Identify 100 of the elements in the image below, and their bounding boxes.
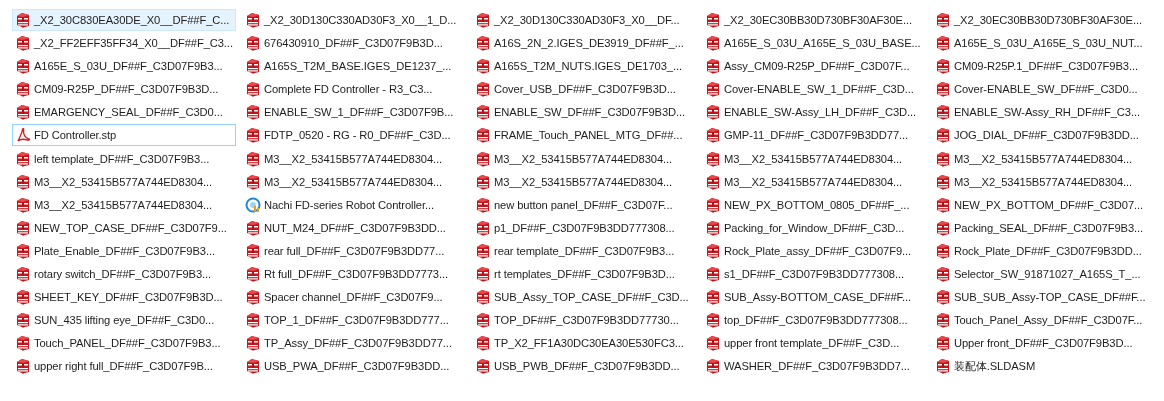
file-item[interactable]: Packing_SEAL_DF##F_C3D07F9B3... [932,216,1156,239]
file-item[interactable]: SUN_435 lifting eye_DF##F_C3D0... [12,309,236,332]
document-icon [245,127,261,144]
file-item[interactable]: Touch_Panel_Assy_DF##F_C3D07F... [932,309,1156,332]
document-icon [15,266,31,283]
file-item[interactable]: rear template_DF##F_C3D07F9B3... [472,239,696,262]
file-item[interactable]: FRAME_Touch_PANEL_MTG_DF##... [472,124,696,147]
file-item[interactable]: Upper front_DF##F_C3D07F9B3D... [932,332,1156,355]
file-item[interactable]: p1_DF##F_C3D07F9B3DD777308... [472,216,696,239]
file-item[interactable]: upper front template_DF##F_C3D... [702,332,926,355]
document-icon [705,12,721,28]
file-item[interactable]: Complete FD Controller - R3_C3... [242,78,466,101]
file-item[interactable]: GMP-11_DF##F_C3D07F9B3DD77... [702,124,926,147]
file-item[interactable]: WASHER_DF##F_C3D07F9B3DD7... [702,355,926,378]
file-item[interactable]: rotary switch_DF##F_C3D07F9B3... [12,263,236,286]
file-item[interactable]: A16S_2N_2.IGES_DE3919_DF##F_... [472,32,696,55]
file-item[interactable]: left template_DF##F_C3D07F9B3... [12,147,236,170]
file-name: A165E_S_03U_A165E_S_03U_BASE... [724,37,921,50]
file-item[interactable]: ENABLE_SW-Assy_LH_DF##F_C3D... [702,101,926,124]
file-item[interactable]: M3__X2_53415B577A744ED8304... [242,147,466,170]
file-item[interactable]: Selector_SW_91871027_A165S_T_... [932,263,1156,286]
file-item[interactable]: A165S_T2M_NUTS.IGES_DE1703_... [472,55,696,78]
file-item[interactable]: SHEET_KEY_DF##F_C3D07F9B3D... [12,286,236,309]
file-item[interactable]: s1_DF##F_C3D07F9B3DD777308... [702,263,926,286]
file-item[interactable]: Nachi FD-series Robot Controller... [242,193,466,216]
file-item[interactable]: M3__X2_53415B577A744ED8304... [472,147,696,170]
file-item[interactable]: JOG_DIAL_DF##F_C3D07F9B3DD... [932,124,1156,147]
file-item[interactable]: NEW_PX_BOTTOM_DF##F_C3D07... [932,193,1156,216]
file-item[interactable]: M3__X2_53415B577A744ED8304... [702,170,926,193]
file-item[interactable]: M3__X2_53415B577A744ED8304... [242,170,466,193]
file-item[interactable]: Cover-ENABLE_SW_1_DF##F_C3D... [702,78,926,101]
file-item[interactable]: TOP_DF##F_C3D07F9B3DD77730... [472,309,696,332]
file-item[interactable]: A165E_S_03U_A165E_S_03U_NUT... [932,32,1156,55]
file-item[interactable]: Cover-ENABLE_SW_DF##F_C3D0... [932,78,1156,101]
file-item[interactable]: M3__X2_53415B577A744ED8304... [12,170,236,193]
file-item[interactable]: SUB_Assy-BOTTOM_CASE_DF##F... [702,286,926,309]
file-item[interactable]: _X2_FF2EFF35FF34_X0__DF##F_C3... [12,32,236,55]
file-name: NEW_PX_BOTTOM_DF##F_C3D07... [954,198,1144,211]
file-item[interactable]: A165S_T2M_BASE.IGES_DE1237_... [242,55,466,78]
file-item[interactable]: Packing_for_Window_DF##F_C3D... [702,216,926,239]
file-item[interactable]: top_DF##F_C3D07F9B3DD777308... [702,309,926,332]
file-name: Assy_CM09-R25P_DF##F_C3D07F... [724,60,910,73]
file-item[interactable]: SUB_Assy_TOP_CASE_DF##F_C3D... [472,286,696,309]
document-icon [935,219,951,236]
file-item[interactable]: M3__X2_53415B577A744ED8304... [12,193,236,216]
document-icon [15,173,31,190]
file-item[interactable]: ENABLE_SW_DF##F_C3D07F9B3D... [472,101,696,124]
file-item[interactable]: new button panel_DF##F_C3D07F... [472,193,696,216]
file-item[interactable]: Touch_PANEL_DF##F_C3D07F9B3... [12,332,236,355]
file-item[interactable]: TP_Assy_DF##F_C3D07F9B3DD77... [242,332,466,355]
document-icon [705,173,721,190]
file-item[interactable]: Rock_Plate_assy_DF##F_C3D07F9... [702,239,926,262]
file-item[interactable]: FD Controller.stp [12,124,236,147]
document-icon [245,335,261,352]
file-item[interactable]: USB_PWB_DF##F_C3D07F9B3DD... [472,355,696,378]
file-item[interactable]: Plate_Enable_DF##F_C3D07F9B3... [12,239,236,262]
file-item[interactable]: 676430910_DF##F_C3D07F9B3D... [242,32,466,55]
file-item[interactable]: EMARGENCY_SEAL_DF##F_C3D0... [12,101,236,124]
file-name: 676430910_DF##F_C3D07F9B3D... [264,37,443,50]
file-item[interactable]: rear full_DF##F_C3D07F9B3DD77... [242,239,466,262]
file-name: new button panel_DF##F_C3D07F... [494,198,673,211]
file-item[interactable]: Spacer channel_DF##F_C3D07F9... [242,286,466,309]
file-item[interactable]: _X2_30EC30BB30D730BF30AF30E... [932,9,1156,31]
document-icon [475,12,491,28]
file-item[interactable]: M3__X2_53415B577A744ED8304... [932,147,1156,170]
file-item[interactable]: A165E_S_03U_A165E_S_03U_BASE... [702,32,926,55]
file-item[interactable]: _X2_30C830EA30DE_X0__DF##F_C... [12,9,236,31]
file-item[interactable]: USB_PWA_DF##F_C3D07F9B3DD... [242,355,466,378]
file-name: top_DF##F_C3D07F9B3DD777308... [724,314,908,327]
file-item[interactable]: TOP_1_DF##F_C3D07F9B3DD777... [242,309,466,332]
file-name: EMARGENCY_SEAL_DF##F_C3D0... [34,106,223,119]
file-item[interactable]: _X2_30D130C330AD30F3_X0__1_D... [242,9,466,31]
file-item[interactable]: M3__X2_53415B577A744ED8304... [472,170,696,193]
file-item[interactable]: ENABLE_SW-Assy_RH_DF##F_C3... [932,101,1156,124]
file-item[interactable]: NUT_M24_DF##F_C3D07F9B3DD... [242,216,466,239]
file-name: Spacer channel_DF##F_C3D07F9... [264,291,443,304]
file-item[interactable]: TP_X2_FF1A30DC30EA30E530FC3... [472,332,696,355]
file-item[interactable]: FDTP_0520 - RG - R0_DF##F_C3D... [242,124,466,147]
file-item[interactable]: CM09-R25P_DF##F_C3D07F9B3D... [12,78,236,101]
file-item[interactable]: Cover_USB_DF##F_C3D07F9B3D... [472,78,696,101]
file-name: Rock_Plate_DF##F_C3D07F9B3DD... [954,244,1142,257]
file-item[interactable]: 装配体.SLDASM [932,355,1156,378]
file-item[interactable]: _X2_30D130C330AD30F3_X0__DF... [472,9,696,31]
file-item[interactable]: upper right full_DF##F_C3D07F9B... [12,355,236,378]
file-item[interactable]: rt templates_DF##F_C3D07F9B3D... [472,263,696,286]
file-item[interactable]: M3__X2_53415B577A744ED8304... [932,170,1156,193]
file-item[interactable]: M3__X2_53415B577A744ED8304... [702,147,926,170]
file-item[interactable]: Rock_Plate_DF##F_C3D07F9B3DD... [932,239,1156,262]
file-item[interactable]: CM09-R25P.1_DF##F_C3D07F9B3... [932,55,1156,78]
file-item[interactable]: _X2_30EC30BB30D730BF30AF30E... [702,9,926,31]
file-item[interactable]: Rt full_DF##F_C3D07F9B3DD7773... [242,263,466,286]
document-icon [15,104,31,121]
file-item[interactable]: NEW_TOP_CASE_DF##F_C3D07F9... [12,216,236,239]
file-item[interactable]: ENABLE_SW_1_DF##F_C3D07F9B... [242,101,466,124]
file-item[interactable]: Assy_CM09-R25P_DF##F_C3D07F... [702,55,926,78]
file-item[interactable]: SUB_SUB_Assy-TOP_CASE_DF##F... [932,286,1156,309]
file-item[interactable]: NEW_PX_BOTTOM_0805_DF##F_... [702,193,926,216]
document-icon [705,219,721,236]
file-item[interactable]: A165E_S_03U_DF##F_C3D07F9B3... [12,55,236,78]
document-icon [245,289,261,306]
